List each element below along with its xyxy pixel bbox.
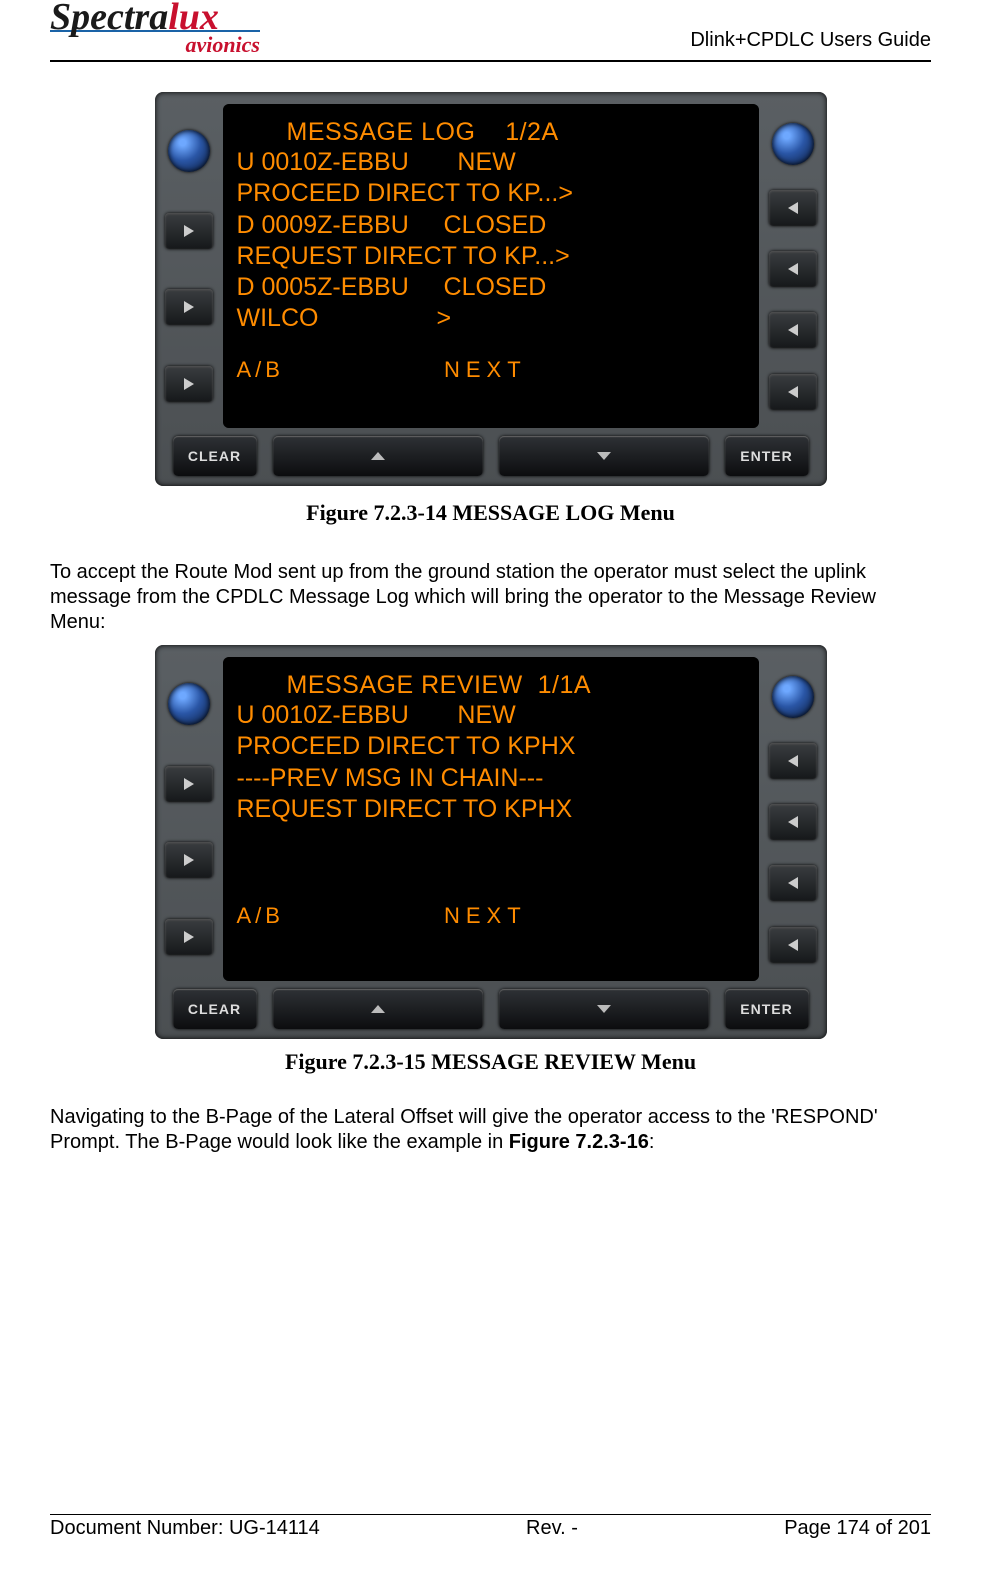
paragraph-2: Navigating to the B-Page of the Lateral … xyxy=(50,1105,931,1155)
up-button-2[interactable] xyxy=(273,989,483,1029)
lsk-r4[interactable] xyxy=(769,374,817,410)
logo: Spectralux avionics xyxy=(50,0,260,58)
figure2-caption: Figure 7.2.3-15 MESSAGE REVIEW Menu xyxy=(50,1049,931,1075)
brightness-knob-right-2[interactable] xyxy=(772,676,814,718)
screen1-page: 1/2A xyxy=(505,118,558,146)
para2-part-c: : xyxy=(649,1131,655,1153)
brightness-knob-left[interactable] xyxy=(168,130,210,172)
enter-button[interactable]: ENTER xyxy=(725,436,809,476)
brightness-knob-right[interactable] xyxy=(772,123,814,165)
lsk-r3[interactable] xyxy=(769,312,817,348)
mcdu-figure-2: MESSAGE REVIEW 1/1A U 0010Z-EBBU NEW PRO… xyxy=(155,645,827,1039)
enter-button-2[interactable]: ENTER xyxy=(725,989,809,1029)
mcdu-figure-1: MESSAGE LOG 1/2A U 0010Z-EBBU NEW PROCEE… xyxy=(155,92,827,486)
up-button[interactable] xyxy=(273,436,483,476)
para2-part-a: Navigating to the B-Page of the Lateral … xyxy=(50,1106,878,1153)
screen2-foot-next: NEXT xyxy=(444,903,527,929)
screen2-title: MESSAGE REVIEW xyxy=(287,671,523,699)
lsk-r2[interactable] xyxy=(769,251,817,287)
footer-rev: Rev. - xyxy=(526,1517,578,1540)
right-keys xyxy=(765,100,821,432)
screen1-foot-next: NEXT xyxy=(444,357,527,383)
lsk-l3[interactable] xyxy=(165,366,213,402)
footer-page: Page 174 of 201 xyxy=(784,1517,931,1540)
screen2-line-1: U 0010Z-EBBU NEW xyxy=(237,700,745,731)
lsk2-l2[interactable] xyxy=(165,842,213,878)
screen1-line-2: PROCEED DIRECT TO KP...> xyxy=(237,178,745,209)
paragraph-1: To accept the Route Mod sent up from the… xyxy=(50,560,931,635)
lsk2-l3[interactable] xyxy=(165,919,213,955)
para2-figref: Figure 7.2.3-16 xyxy=(509,1131,649,1153)
clear-button-2[interactable]: CLEAR xyxy=(173,989,257,1029)
screen1-title: MESSAGE LOG xyxy=(287,118,476,146)
lsk-l2[interactable] xyxy=(165,289,213,325)
page-header: Spectralux avionics Dlink+CPDLC Users Gu… xyxy=(50,0,931,62)
left-keys-2 xyxy=(161,653,217,985)
screen1-foot-ab: A/B xyxy=(237,357,284,383)
lsk2-r3[interactable] xyxy=(769,865,817,901)
lsk2-l1[interactable] xyxy=(165,766,213,802)
lsk-r1[interactable] xyxy=(769,190,817,226)
page-footer: Document Number: UG-14114 Rev. - Page 17… xyxy=(50,1514,931,1540)
screen2-foot-ab: A/B xyxy=(237,903,284,929)
screen1-line-4: REQUEST DIRECT TO KP...> xyxy=(237,241,745,272)
down-button[interactable] xyxy=(499,436,709,476)
lsk2-r1[interactable] xyxy=(769,743,817,779)
screen1-line-6: WILCO > xyxy=(237,303,745,334)
down-button-2[interactable] xyxy=(499,989,709,1029)
screen1-line-1: U 0010Z-EBBU NEW xyxy=(237,147,745,178)
right-keys-2 xyxy=(765,653,821,985)
mcdu-screen-2: MESSAGE REVIEW 1/1A U 0010Z-EBBU NEW PRO… xyxy=(223,657,759,981)
lsk2-r4[interactable] xyxy=(769,927,817,963)
screen2-line-4: REQUEST DIRECT TO KPHX xyxy=(237,794,745,825)
clear-button[interactable]: CLEAR xyxy=(173,436,257,476)
footer-docnum: Document Number: UG-14114 xyxy=(50,1517,320,1540)
screen2-line-2: PROCEED DIRECT TO KPHX xyxy=(237,731,745,762)
screen1-line-5: D 0005Z-EBBU CLOSED xyxy=(237,272,745,303)
screen2-page: 1/1A xyxy=(538,671,591,699)
mcdu-screen-1: MESSAGE LOG 1/2A U 0010Z-EBBU NEW PROCEE… xyxy=(223,104,759,428)
left-keys xyxy=(161,100,217,432)
logo-text-a: Spectra xyxy=(50,0,168,38)
doc-title: Dlink+CPDLC Users Guide xyxy=(690,29,931,58)
brightness-knob-left-2[interactable] xyxy=(168,683,210,725)
screen2-line-3: ----PREV MSG IN CHAIN--- xyxy=(237,763,745,794)
screen1-line-3: D 0009Z-EBBU CLOSED xyxy=(237,210,745,241)
lsk-l1[interactable] xyxy=(165,213,213,249)
figure1-caption: Figure 7.2.3-14 MESSAGE LOG Menu xyxy=(50,500,931,526)
lsk2-r2[interactable] xyxy=(769,804,817,840)
